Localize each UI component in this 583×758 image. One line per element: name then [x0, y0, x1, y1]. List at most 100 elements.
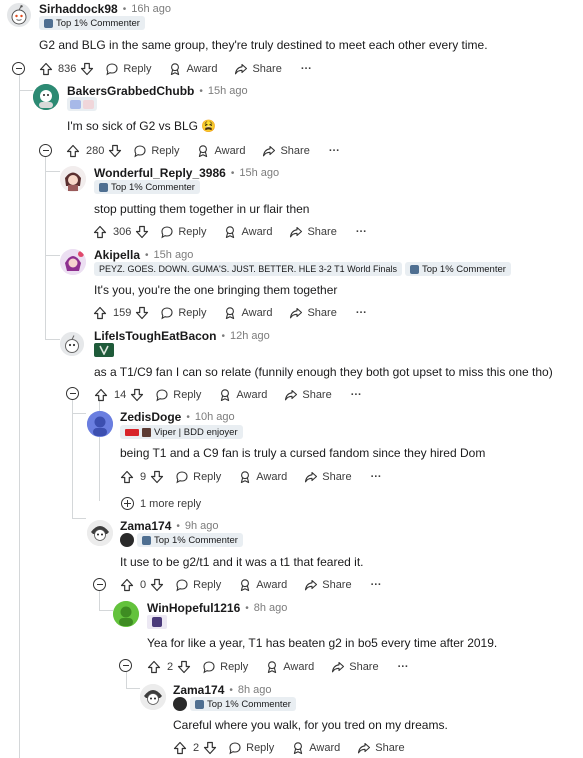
username[interactable]: BakersGrabbedChubb	[67, 84, 194, 98]
more-options-button[interactable]: ···	[398, 661, 409, 673]
downvote-button[interactable]	[177, 660, 191, 674]
share-button[interactable]: Share	[289, 306, 337, 320]
collapse-thread-button[interactable]	[93, 578, 106, 591]
expand-icon	[121, 497, 134, 510]
thread-line	[126, 672, 127, 688]
avatar[interactable]	[60, 332, 84, 356]
upvote-button[interactable]	[39, 62, 53, 76]
more-options-button[interactable]: ···	[356, 307, 367, 319]
share-button[interactable]: Share	[234, 62, 282, 76]
timestamp[interactable]: 10h ago	[195, 411, 235, 423]
more-replies-link[interactable]: 1 more reply	[121, 497, 201, 510]
award-button[interactable]: Award	[223, 306, 272, 320]
username[interactable]: Akipella	[94, 248, 140, 262]
username[interactable]: LifeIsToughEatBacon	[94, 329, 216, 343]
comment-body: being T1 and a C9 fan is truly a cursed …	[120, 446, 486, 460]
more-options-button[interactable]: ···	[371, 579, 382, 591]
reply-button[interactable]: Reply	[155, 388, 201, 402]
collapse-thread-button[interactable]	[12, 62, 25, 75]
share-button[interactable]: Share	[304, 578, 352, 592]
avatar[interactable]	[140, 684, 166, 710]
timestamp[interactable]: 15h ago	[208, 85, 248, 97]
more-options-button[interactable]: ···	[301, 63, 312, 75]
username[interactable]: ZedisDoge	[120, 410, 181, 424]
reply-button[interactable]: Reply	[228, 741, 274, 755]
upvote-button[interactable]	[120, 470, 134, 484]
award-button[interactable]: Award	[196, 144, 245, 158]
upvote-button[interactable]	[66, 144, 80, 158]
avatar[interactable]	[87, 411, 113, 437]
downvote-button[interactable]	[135, 225, 149, 239]
collapse-thread-button[interactable]	[66, 387, 79, 400]
team-logo-icon	[173, 697, 187, 711]
award-icon	[291, 741, 305, 755]
avatar[interactable]	[87, 520, 113, 546]
collapse-thread-button[interactable]	[39, 144, 52, 157]
username[interactable]: Zama174	[173, 683, 224, 697]
username[interactable]: Wonderful_Reply_3986	[94, 166, 226, 180]
flair-emoji-icon	[70, 99, 81, 109]
share-button[interactable]: Share	[262, 144, 310, 158]
downvote-button[interactable]	[150, 470, 164, 484]
more-options-button[interactable]: ···	[351, 389, 362, 401]
avatar[interactable]	[60, 166, 86, 192]
upvote-icon	[147, 660, 161, 674]
downvote-button[interactable]	[135, 306, 149, 320]
vote-count: 306	[113, 226, 132, 238]
reply-button[interactable]: Reply	[160, 306, 206, 320]
reply-button[interactable]: Reply	[175, 578, 221, 592]
reply-button[interactable]: Reply	[105, 62, 151, 76]
upvote-button[interactable]	[93, 306, 107, 320]
award-button[interactable]: Award	[265, 660, 314, 674]
award-button[interactable]: Award	[223, 225, 272, 239]
avatar[interactable]	[113, 601, 139, 627]
thread-line	[45, 171, 60, 172]
more-options-button[interactable]: ···	[356, 226, 367, 238]
upvote-button[interactable]	[147, 660, 161, 674]
timestamp[interactable]: 12h ago	[230, 330, 270, 342]
award-button[interactable]: Award	[168, 62, 217, 76]
share-icon	[304, 470, 318, 484]
collapse-thread-button[interactable]	[119, 659, 132, 672]
username[interactable]: WinHopeful1216	[147, 601, 240, 615]
reply-button[interactable]: Reply	[160, 225, 206, 239]
user-flair: Top 1% Commenter	[137, 533, 243, 547]
upvote-button[interactable]	[93, 225, 107, 239]
reply-button[interactable]: Reply	[133, 144, 179, 158]
award-button[interactable]: Award	[218, 388, 267, 402]
username[interactable]: Zama174	[120, 519, 171, 533]
timestamp[interactable]: 8h ago	[254, 602, 288, 614]
upvote-button[interactable]	[173, 741, 187, 755]
avatar[interactable]	[33, 84, 59, 110]
share-button[interactable]: Share	[284, 388, 332, 402]
upvote-button[interactable]	[120, 578, 134, 592]
share-button[interactable]: Share	[357, 741, 405, 755]
separator-dot: •	[229, 684, 233, 696]
award-button[interactable]: Award	[291, 741, 340, 755]
award-button[interactable]: Award	[238, 470, 287, 484]
downvote-button[interactable]	[130, 388, 144, 402]
timestamp[interactable]: 15h ago	[154, 249, 194, 261]
share-button[interactable]: Share	[289, 225, 337, 239]
downvote-button[interactable]	[108, 144, 122, 158]
share-button[interactable]: Share	[304, 470, 352, 484]
more-options-button[interactable]: ···	[371, 471, 382, 483]
more-options-button[interactable]: ···	[329, 145, 340, 157]
username[interactable]: Sirhaddock98	[39, 2, 118, 16]
award-button[interactable]: Award	[238, 578, 287, 592]
avatar[interactable]	[60, 249, 86, 275]
reply-icon	[160, 306, 174, 320]
timestamp[interactable]: 9h ago	[185, 520, 219, 532]
downvote-button[interactable]	[203, 741, 217, 755]
timestamp[interactable]: 15h ago	[239, 167, 279, 179]
thread-line	[45, 255, 60, 256]
downvote-button[interactable]	[150, 578, 164, 592]
downvote-button[interactable]	[80, 62, 94, 76]
reply-button[interactable]: Reply	[175, 470, 221, 484]
reply-button[interactable]: Reply	[202, 660, 248, 674]
upvote-button[interactable]	[94, 388, 108, 402]
avatar[interactable]	[7, 3, 31, 27]
timestamp[interactable]: 8h ago	[238, 684, 272, 696]
share-button[interactable]: Share	[331, 660, 379, 674]
timestamp[interactable]: 16h ago	[131, 3, 171, 15]
